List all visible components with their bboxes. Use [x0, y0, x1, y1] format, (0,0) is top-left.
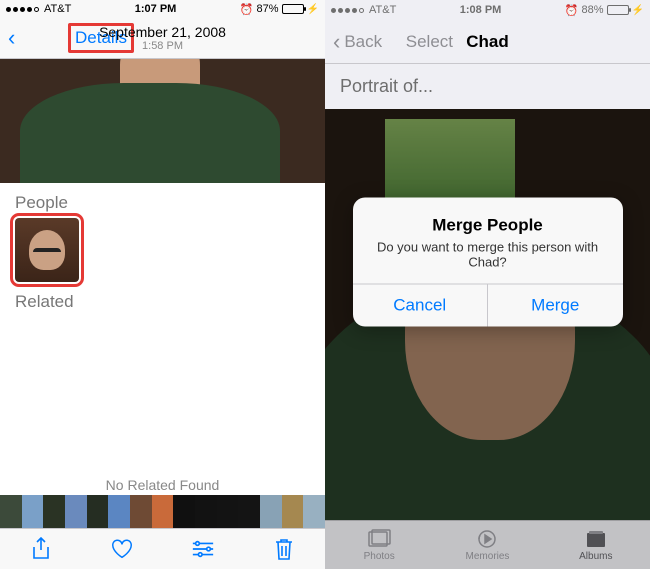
- status-bar: AT&T 1:08 PM ⏰ 88% ⚡: [325, 0, 650, 20]
- chevron-left-icon: ‹: [333, 29, 340, 55]
- select-button[interactable]: Select: [393, 32, 453, 52]
- alarm-icon: ⏰: [240, 3, 254, 16]
- albums-icon: [584, 529, 608, 549]
- tab-memories[interactable]: Memories: [433, 521, 541, 569]
- charging-icon: ⚡: [307, 4, 319, 15]
- right-screen: AT&T 1:08 PM ⏰ 88% ⚡ ‹ Back Chad Select …: [325, 0, 650, 569]
- carrier-label: AT&T: [44, 3, 71, 15]
- back-label: Back: [344, 32, 382, 52]
- tab-bar: Photos Memories Albums: [325, 520, 650, 569]
- back-button[interactable]: ‹ Back: [333, 29, 393, 55]
- status-right: ⏰ 87% ⚡: [240, 3, 319, 16]
- memories-icon: [475, 529, 499, 549]
- photo-scrubber[interactable]: [0, 495, 325, 528]
- heart-icon: [110, 538, 134, 560]
- clock-label: 1:07 PM: [71, 3, 240, 15]
- signal-dots-icon: [6, 7, 39, 12]
- left-screen: AT&T 1:07 PM ⏰ 87% ⚡ ‹ September 21, 200…: [0, 0, 325, 569]
- bottom-toolbar: [0, 528, 325, 569]
- share-icon: [31, 537, 51, 561]
- people-face-thumb[interactable]: [15, 218, 79, 282]
- tab-photos[interactable]: Photos: [325, 521, 433, 569]
- signal-dots-icon: [331, 8, 364, 13]
- chevron-left-icon: ‹: [8, 25, 15, 51]
- photo-preview[interactable]: [0, 59, 325, 183]
- merge-alert: Merge People Do you want to merge this p…: [353, 197, 623, 326]
- details-button[interactable]: Details: [68, 23, 134, 53]
- nav-bar: ‹ September 21, 2008 1:58 PM Details: [0, 18, 325, 59]
- portrait-label: Portrait of...: [325, 64, 650, 109]
- tab-albums[interactable]: Albums: [542, 521, 650, 569]
- favorite-button[interactable]: [110, 537, 134, 561]
- related-section-label: Related: [0, 282, 325, 317]
- alarm-icon: ⏰: [565, 4, 579, 17]
- photos-icon: [367, 529, 391, 549]
- sliders-icon: [191, 539, 215, 559]
- status-right: ⏰ 88% ⚡: [565, 4, 644, 17]
- battery-icon: [607, 5, 629, 15]
- battery-icon: [282, 4, 304, 14]
- battery-pct: 87%: [257, 3, 279, 15]
- back-button[interactable]: ‹: [8, 25, 68, 51]
- trash-button[interactable]: [272, 537, 296, 561]
- merge-button[interactable]: Merge: [488, 284, 623, 326]
- alert-message: Do you want to merge this person with Ch…: [369, 239, 607, 269]
- status-bar: AT&T 1:07 PM ⏰ 87% ⚡: [0, 0, 325, 18]
- no-related-label: No Related Found: [0, 477, 325, 493]
- share-button[interactable]: [29, 537, 53, 561]
- adjust-button[interactable]: [191, 537, 215, 561]
- carrier-label: AT&T: [369, 4, 396, 16]
- cancel-button[interactable]: Cancel: [353, 284, 489, 326]
- people-section-label: People: [0, 183, 325, 218]
- trash-icon: [274, 537, 294, 561]
- charging-icon: ⚡: [632, 5, 644, 16]
- clock-label: 1:08 PM: [396, 4, 565, 16]
- nav-bar: ‹ Back Chad Select: [325, 20, 650, 64]
- alert-title: Merge People: [369, 215, 607, 235]
- battery-pct: 88%: [582, 4, 604, 16]
